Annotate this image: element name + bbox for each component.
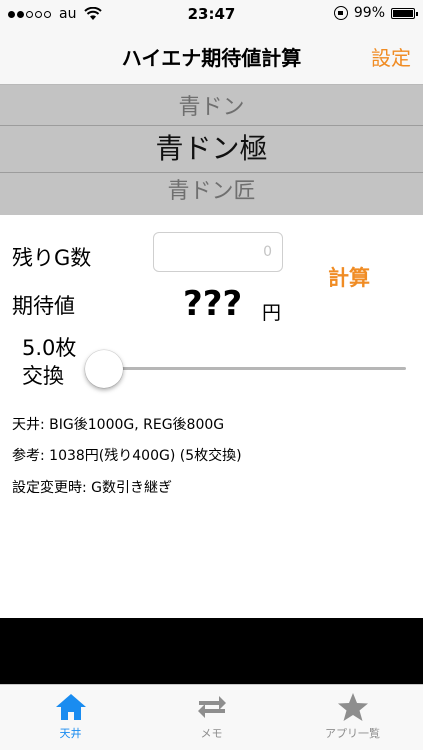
yen-unit: 円	[262, 302, 282, 324]
battery-percent: 99%	[353, 5, 385, 21]
remaining-games-label: 残りG数	[12, 246, 92, 270]
machine-picker[interactable]: 青ドン 青ドン極 青ドン匠	[0, 85, 423, 215]
tab-memo[interactable]: メモ	[141, 685, 282, 751]
status-bar: au 23:47 99%	[0, 0, 423, 28]
tab-bar: 天井 メモ アプリ一覧	[0, 684, 423, 750]
rotation-lock-icon	[333, 6, 348, 20]
tab-label: メモ	[200, 727, 223, 740]
ad-banner[interactable]	[0, 618, 423, 684]
exchange-rate-value: 5.0枚	[22, 336, 77, 360]
setting-change-info: 設定変更時: G数引き継ぎ	[12, 480, 173, 496]
exchange-text: 交換	[22, 364, 64, 388]
exchange-slider-thumb[interactable]	[85, 350, 123, 388]
repeat-icon	[197, 696, 226, 718]
picker-item-selected[interactable]: 青ドン極	[0, 125, 423, 173]
picker-item-next[interactable]: 青ドン匠	[0, 173, 423, 205]
exchange-slider-track[interactable]	[104, 367, 406, 370]
picker-item-prev[interactable]: 青ドン	[0, 89, 423, 121]
tab-ceiling[interactable]: 天井	[0, 685, 141, 751]
battery-icon	[391, 7, 418, 19]
expected-value: ???	[183, 284, 243, 324]
tab-label: アプリ一覧	[325, 727, 380, 740]
expected-value-label: 期待値	[12, 294, 75, 318]
tab-label: 天井	[59, 727, 82, 740]
calculate-button[interactable]: 計算	[328, 262, 370, 292]
tab-app-list[interactable]: アプリ一覧	[282, 685, 423, 751]
status-right: 99%	[333, 5, 418, 21]
page-title: ハイエナ期待値計算	[121, 46, 302, 70]
remaining-games-input[interactable]	[153, 232, 283, 272]
exchange-rate-label: 5.0枚 交換	[22, 334, 76, 390]
reference-info: 参考: 1038円(残り400G) (5枚交換)	[12, 448, 242, 464]
settings-button[interactable]: 設定	[371, 42, 411, 71]
star-icon	[337, 693, 368, 721]
nav-bar: ハイエナ期待値計算 設定	[0, 28, 423, 85]
ceiling-info: 天井: BIG後1000G, REG後800G	[12, 417, 225, 433]
home-icon	[55, 694, 86, 720]
battery-fill	[393, 9, 413, 17]
